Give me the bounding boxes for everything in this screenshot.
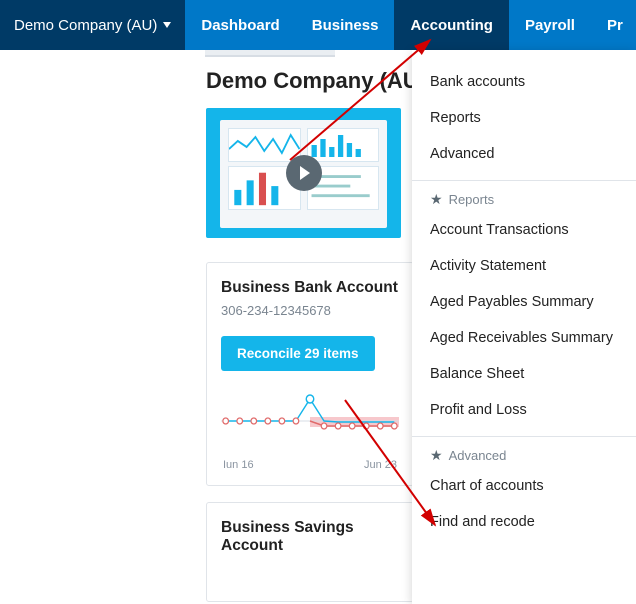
menu-activity-statement[interactable]: Activity Statement xyxy=(412,248,636,284)
menu-chart-of-accounts[interactable]: Chart of accounts xyxy=(412,468,636,504)
bank-account-card: Business Bank Account 306-234-12345678 R… xyxy=(206,262,414,486)
account-number: 306-234-12345678 xyxy=(221,303,399,318)
reconcile-button[interactable]: Reconcile 29 items xyxy=(221,336,375,371)
account-sparkline xyxy=(221,393,399,453)
company-name: Demo Company (AU) xyxy=(14,17,157,34)
star-icon: ★ xyxy=(430,447,443,464)
mini-chart xyxy=(228,128,301,162)
menu-advanced[interactable]: Advanced xyxy=(412,136,636,172)
axis-tick: Jun 23 xyxy=(364,459,397,471)
savings-account-card: Business Savings Account xyxy=(206,502,414,602)
accounting-menu: Bank accounts Reports Advanced ★ Reports… xyxy=(412,50,636,604)
menu-find-recode[interactable]: Find and recode xyxy=(412,504,636,540)
nav-business[interactable]: Business xyxy=(296,0,395,50)
menu-aged-payables[interactable]: Aged Payables Summary xyxy=(412,284,636,320)
company-switcher[interactable]: Demo Company (AU) xyxy=(0,0,185,50)
star-icon: ★ xyxy=(430,191,443,208)
chevron-down-icon xyxy=(163,22,171,28)
intro-video-card[interactable] xyxy=(206,108,401,238)
nav-dashboard[interactable]: Dashboard xyxy=(185,0,295,50)
menu-separator xyxy=(412,180,636,181)
top-navbar: Demo Company (AU) Dashboard Business Acc… xyxy=(0,0,636,50)
section-label: Advanced xyxy=(449,448,507,463)
section-label: Reports xyxy=(449,192,495,207)
menu-separator xyxy=(412,436,636,437)
nav-projects-truncated[interactable]: Pr xyxy=(591,0,636,50)
menu-section-reports: ★ Reports xyxy=(412,183,636,212)
menu-aged-receivables[interactable]: Aged Receivables Summary xyxy=(412,320,636,356)
menu-balance-sheet[interactable]: Balance Sheet xyxy=(412,356,636,392)
nav-accounting[interactable]: Accounting xyxy=(394,0,509,50)
card-title: Business Bank Account xyxy=(221,279,399,297)
nav-payroll[interactable]: Payroll xyxy=(509,0,591,50)
sparkline-axis: Iun 16 Jun 23 xyxy=(221,453,399,471)
card-title: Business Savings Account xyxy=(221,519,399,555)
menu-reports[interactable]: Reports xyxy=(412,100,636,136)
mini-chart xyxy=(307,128,380,162)
axis-tick: Iun 16 xyxy=(223,459,254,471)
menu-profit-loss[interactable]: Profit and Loss xyxy=(412,392,636,428)
play-icon[interactable] xyxy=(286,155,322,191)
menu-section-advanced: ★ Advanced xyxy=(412,439,636,468)
menu-bank-accounts[interactable]: Bank accounts xyxy=(412,64,636,100)
menu-account-transactions[interactable]: Account Transactions xyxy=(412,212,636,248)
